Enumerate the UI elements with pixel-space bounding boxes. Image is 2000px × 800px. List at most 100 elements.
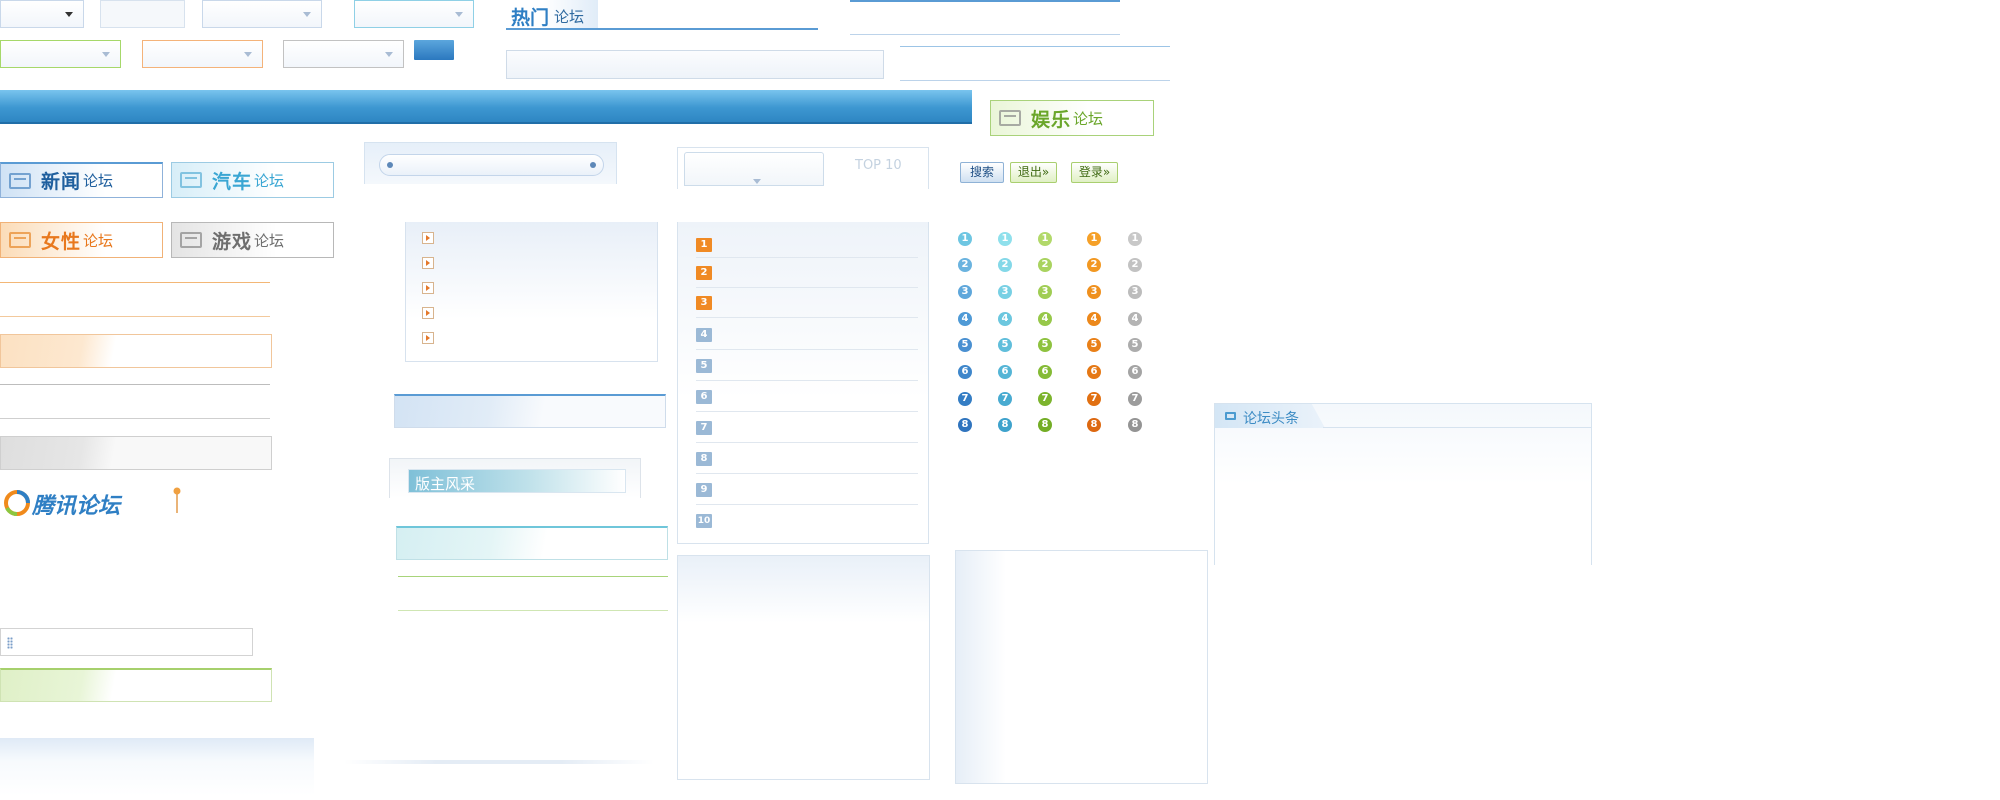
scroll-track[interactable] — [379, 154, 604, 176]
moderator-panel: 版主风采 — [389, 458, 641, 498]
chevron-down-icon — [303, 12, 311, 17]
divider — [0, 384, 270, 385]
content-panel-1 — [677, 555, 930, 780]
pin-icon — [173, 487, 181, 513]
main-nav-bar — [0, 90, 972, 124]
news-forum-tab[interactable]: 新闻 论坛 — [0, 162, 163, 198]
top10-label: TOP 10 — [855, 158, 902, 173]
number-badge: 5 — [958, 338, 972, 352]
rank-badge: 5 — [696, 359, 712, 373]
dropdown-2[interactable] — [202, 0, 322, 28]
number-badge: 2 — [998, 258, 1012, 272]
rank-row[interactable]: 1 — [696, 230, 918, 258]
text-input-1[interactable] — [100, 0, 185, 28]
rank-row[interactable]: 3 — [696, 290, 918, 318]
list-item[interactable] — [422, 307, 434, 319]
number-badge: 1 — [1038, 232, 1052, 246]
top10-list: 1 2 3 4 5 6 7 8 9 10 — [677, 222, 929, 544]
number-badge: 3 — [1038, 285, 1052, 299]
divider — [0, 418, 270, 419]
number-badge: 8 — [1038, 418, 1052, 432]
orange-box — [0, 334, 272, 368]
login-button[interactable]: 登录» — [1071, 162, 1118, 183]
blue-button[interactable] — [414, 40, 454, 60]
women-forum-tab[interactable]: 女性 论坛 — [0, 222, 163, 258]
hot-forum-header: 热门 论坛 — [506, 0, 818, 30]
grip-icon — [7, 637, 13, 649]
games-forum-tab[interactable]: 游戏 论坛 — [171, 222, 334, 258]
number-badge: 1 — [1128, 232, 1142, 246]
hot-search-input[interactable] — [506, 50, 884, 79]
number-badge: 2 — [1128, 258, 1142, 272]
divider — [850, 34, 1120, 35]
number-badge: 1 — [998, 232, 1012, 246]
list-item[interactable] — [422, 282, 434, 294]
number-badge: 4 — [1087, 312, 1101, 326]
women-subtitle: 论坛 — [83, 231, 114, 250]
hot-forum-title: 热门 — [511, 7, 550, 29]
number-badge: 7 — [998, 392, 1012, 406]
number-badge: 4 — [1038, 312, 1052, 326]
rank-row[interactable]: 9 — [696, 475, 918, 505]
badge-column-orange: 1 2 3 4 5 6 7 8 — [1087, 232, 1101, 432]
list-item[interactable] — [422, 257, 434, 269]
rank-row[interactable]: 7 — [696, 413, 918, 443]
rank-row[interactable]: 4 — [696, 320, 918, 350]
games-subtitle: 论坛 — [254, 231, 285, 250]
car-subtitle: 论坛 — [254, 171, 285, 190]
number-badge: 3 — [1128, 285, 1142, 299]
number-badge: 7 — [1038, 392, 1052, 406]
moderator-title: 版主风采 — [415, 475, 476, 493]
number-badge: 1 — [958, 232, 972, 246]
women-title: 女性 — [41, 230, 82, 253]
number-badge: 3 — [958, 285, 972, 299]
list-item[interactable] — [422, 232, 434, 244]
rank-badge: 7 — [696, 421, 712, 435]
number-badge: 5 — [1087, 338, 1101, 352]
forum-icon — [180, 232, 202, 248]
rank-row[interactable]: 6 — [696, 382, 918, 412]
list-item[interactable] — [422, 332, 434, 344]
chevron-down-icon — [102, 52, 110, 57]
number-badge: 4 — [998, 312, 1012, 326]
search-button[interactable]: 搜索 — [960, 162, 1004, 183]
tencent-logo-icon — [4, 490, 30, 516]
number-badge: 7 — [1128, 392, 1142, 406]
headline-title: 论坛头条 — [1243, 411, 1299, 427]
entertainment-forum-tab[interactable]: 娱乐 论坛 — [990, 100, 1154, 136]
top10-dropdown[interactable] — [684, 152, 824, 186]
logout-button[interactable]: 退出» — [1010, 162, 1057, 183]
rank-row[interactable]: 8 — [696, 444, 918, 474]
number-badge: 5 — [1128, 338, 1142, 352]
number-badge: 2 — [1087, 258, 1101, 272]
rank-row[interactable]: 2 — [696, 260, 918, 288]
rank-badge: 10 — [696, 514, 712, 528]
number-badge: 7 — [958, 392, 972, 406]
green-box — [0, 668, 272, 702]
number-badge: 4 — [1128, 312, 1142, 326]
divider — [900, 46, 1170, 47]
number-badge: 6 — [1128, 365, 1142, 379]
dropdown-green[interactable] — [0, 40, 121, 68]
divider — [398, 610, 668, 611]
chevron-down-icon — [244, 52, 252, 57]
text-input-grip[interactable] — [0, 628, 253, 656]
games-title: 游戏 — [212, 230, 253, 253]
divider — [850, 0, 1120, 2]
headline-panel: 论坛头条 — [1214, 403, 1592, 565]
content-panel-2 — [955, 550, 1208, 784]
number-badge: 5 — [998, 338, 1012, 352]
rank-row[interactable]: 10 — [696, 506, 918, 536]
arrow-list-panel — [405, 222, 658, 362]
entertainment-subtitle: 论坛 — [1073, 109, 1104, 128]
headline-tab[interactable]: 论坛头条 — [1215, 404, 1325, 428]
number-badge: 6 — [958, 365, 972, 379]
chevron-down-icon — [385, 52, 393, 57]
divider — [398, 576, 668, 577]
car-forum-tab[interactable]: 汽车 论坛 — [171, 162, 334, 198]
dropdown-1[interactable] — [0, 0, 84, 28]
rank-row[interactable]: 5 — [696, 351, 918, 381]
dropdown-orange[interactable] — [142, 40, 263, 68]
dropdown-3[interactable] — [354, 0, 474, 28]
dropdown-gray[interactable] — [283, 40, 404, 68]
